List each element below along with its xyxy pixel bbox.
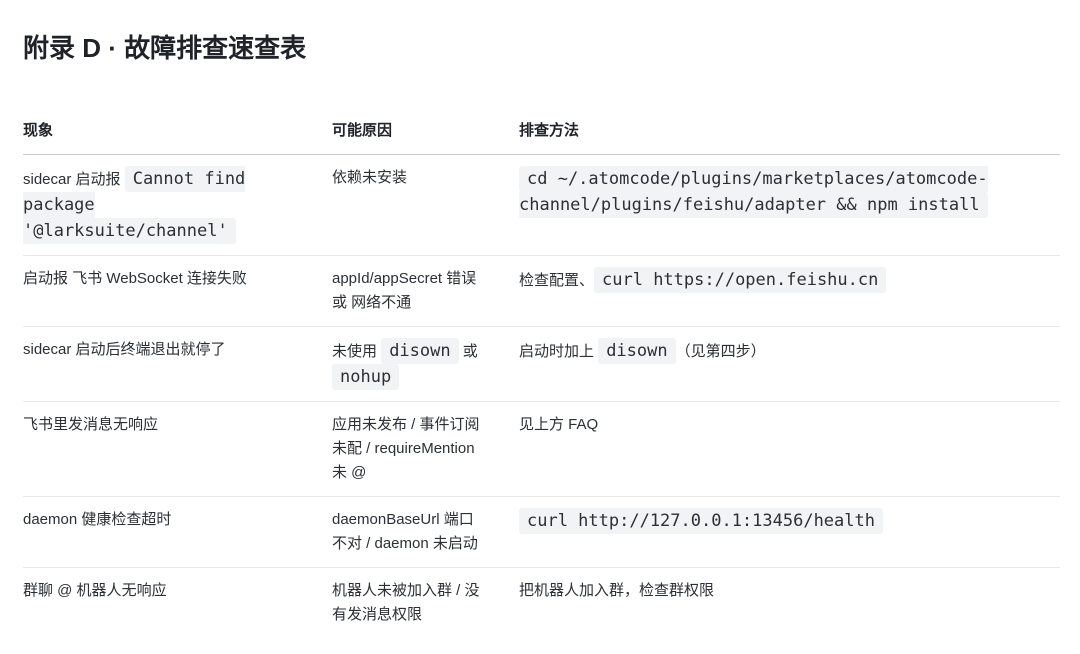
document-page: 附录 D · 故障排查速查表 现象 可能原因 排查方法 sidecar 启动报 … [0,0,1080,654]
cell-text: 检查配置、 [519,272,595,289]
symptom-cell: sidecar 启动后终端退出就停了 [23,326,332,402]
table-body: sidecar 启动报 Cannot find package '@larksu… [23,154,1060,639]
cell-text: 把机器人加入群，检查群权限 [519,582,715,599]
cell-text: 机器人未被加入群 / 没有发消息权限 [332,582,480,623]
fix-cell: cd ~/.atomcode/plugins/marketplaces/atom… [519,154,1060,256]
table-row: 群聊 @ 机器人无响应 机器人未被加入群 / 没有发消息权限 把机器人加入群，检… [23,568,1060,639]
inline-code: curl https://open.feishu.cn [594,267,887,293]
column-header-cause: 可能原因 [332,108,519,155]
cause-cell: 未使用 disown 或 nohup [332,326,519,402]
table-header-row: 现象 可能原因 排查方法 [23,108,1060,155]
fix-cell: 检查配置、 curl https://open.feishu.cn [519,255,1060,327]
symptom-cell: 群聊 @ 机器人无响应 [23,568,332,639]
fix-cell: 把机器人加入群，检查群权限 [519,568,1060,639]
cell-text: 见上方 FAQ [519,416,599,433]
symptom-cell: daemon 健康检查超时 [23,496,332,568]
fix-cell: curl http://127.0.0.1:13456/health [519,496,1060,568]
cell-text: 群聊 @ 机器人无响应 [23,582,167,599]
cause-cell: appId/appSecret 错误或 网络不通 [332,255,519,327]
table-row: sidecar 启动后终端退出就停了 未使用 disown 或 nohup 启动… [23,326,1060,402]
symptom-cell: 启动报 飞书 WebSocket 连接失败 [23,255,332,327]
symptom-cell: 飞书里发消息无响应 [23,401,332,497]
troubleshooting-table: 现象 可能原因 排查方法 sidecar 启动报 Cannot find pac… [23,108,1060,638]
cell-text: daemon 健康检查超时 [23,511,172,528]
cause-cell: 机器人未被加入群 / 没有发消息权限 [332,568,519,639]
fix-cell: 启动时加上 disown （见第四步） [519,326,1060,402]
table-row: daemon 健康检查超时 daemonBaseUrl 端口不对 / daemo… [23,496,1060,568]
page-title: 附录 D · 故障排查速查表 [23,33,307,63]
cell-text: appId/appSecret 错误或 网络不通 [332,270,477,311]
fix-cell: 见上方 FAQ [519,401,1060,497]
cell-text: 应用未发布 / 事件订阅未配 / requireMention 未 @ [332,416,480,481]
table-head: 现象 可能原因 排查方法 [23,108,1060,155]
inline-code: disown [381,338,459,364]
inline-code: curl http://127.0.0.1:13456/health [519,508,883,534]
column-header-symptom: 现象 [23,108,332,155]
inline-code: cd ~/.atomcode/plugins/marketplaces/atom… [519,166,988,218]
cause-cell: 依赖未安装 [332,154,519,256]
cell-text: 依赖未安装 [332,169,408,186]
cell-text: daemonBaseUrl 端口不对 / daemon 未启动 [332,511,478,552]
cell-text: sidecar 启动报 [23,171,121,188]
cause-cell: 应用未发布 / 事件订阅未配 / requireMention 未 @ [332,401,519,497]
cell-text: sidecar 启动后终端退出就停了 [23,341,226,358]
symptom-cell: sidecar 启动报 Cannot find package '@larksu… [23,154,332,256]
table-row: sidecar 启动报 Cannot find package '@larksu… [23,154,1060,256]
cell-text: （见第四步） [675,343,766,360]
cell-text: 未使用 [332,343,378,360]
table-row: 启动报 飞书 WebSocket 连接失败 appId/appSecret 错误… [23,255,1060,327]
cell-text: 飞书里发消息无响应 [23,416,159,433]
table-row: 飞书里发消息无响应 应用未发布 / 事件订阅未配 / requireMentio… [23,401,1060,497]
cell-text: 启动时加上 [519,343,595,360]
cause-cell: daemonBaseUrl 端口不对 / daemon 未启动 [332,496,519,568]
inline-code: disown [598,338,676,364]
column-header-fix: 排查方法 [519,108,1060,155]
inline-code: nohup [332,364,400,390]
cell-text: 或 [462,343,478,360]
cell-text: 启动报 飞书 WebSocket 连接失败 [23,270,247,287]
